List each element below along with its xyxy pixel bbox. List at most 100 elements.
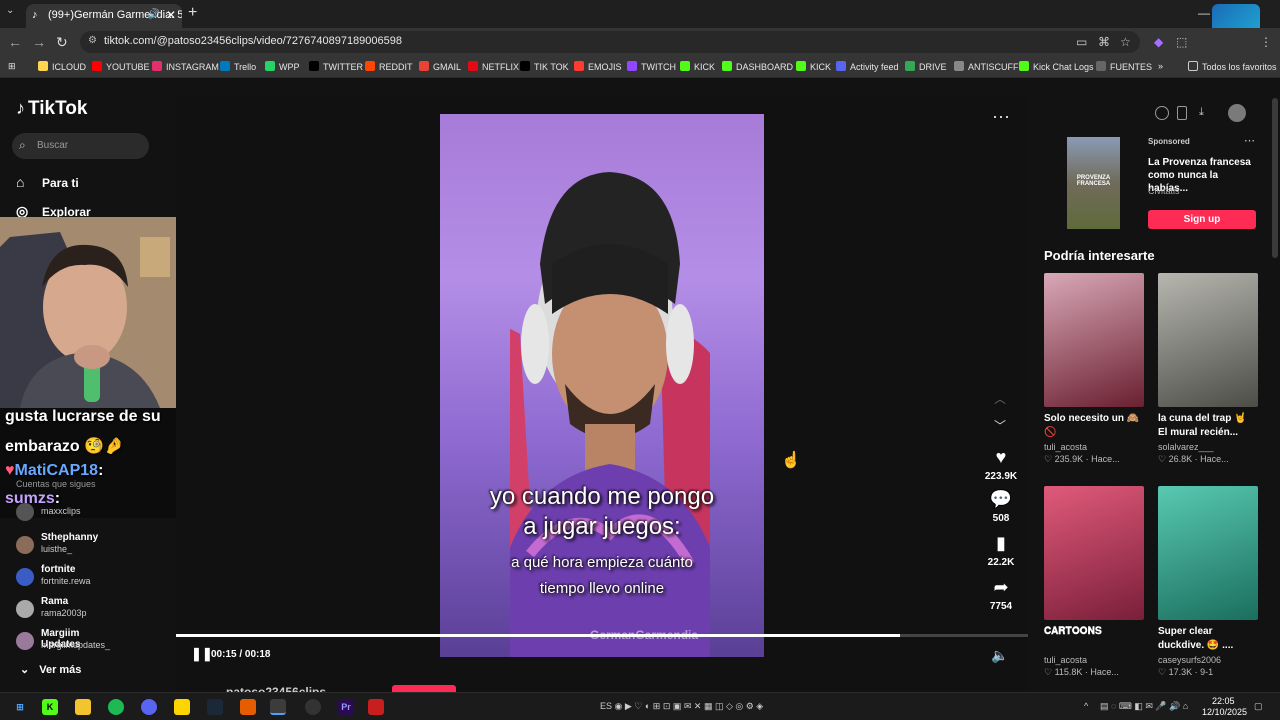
reload-icon[interactable]: ↻	[56, 34, 68, 51]
voicemeeter-icon[interactable]	[368, 699, 384, 715]
apps-grid-icon[interactable]: ⊞	[8, 61, 16, 72]
see-more-button[interactable]: ⌄ Ver más	[20, 663, 81, 676]
share-icon: ➦	[993, 577, 1009, 597]
recommended-video[interactable]: 𝐂𝐀𝐑𝐓𝐎𝐎𝐍𝐒 tuli_acosta ♡ 115.8K · Hace...	[1044, 486, 1144, 678]
bookmark-item[interactable]: WPP	[265, 61, 300, 72]
avatar	[16, 600, 34, 618]
kick-app-icon[interactable]: K	[42, 699, 58, 715]
ad-thumb-text: PROVENZA FRANCESA	[1076, 175, 1111, 187]
new-tab-button[interactable]: +	[188, 4, 197, 22]
bookmark-label: DRIVE	[919, 62, 947, 72]
ad-thumbnail[interactable]: PROVENZA FRANCESA	[1067, 137, 1120, 229]
tray-network-icons[interactable]: ▤ ◌ ⌨ ◧ ✉ 🎤 🔊 ⌂	[1100, 701, 1188, 712]
tiktok-logo[interactable]: ♪ TikTok	[16, 98, 87, 120]
bookmark-item[interactable]: Kick Chat Logs	[1019, 61, 1094, 72]
following-section-title: Cuentas que sigues	[16, 479, 96, 489]
nav-for-you[interactable]: ⌂ Para ti	[16, 174, 79, 190]
bookmark-item[interactable]: TWITTER	[309, 61, 363, 72]
device-icon[interactable]	[1177, 106, 1187, 120]
file-explorer-icon[interactable]	[75, 699, 91, 715]
back-icon[interactable]: ←	[8, 34, 22, 50]
system-tray-icons[interactable]: ES ◉ ▶ ♡ ◐ ⊞ ⊡ ▣ ✉ ✕ ▦ ◫ ◇ ◎ ⚙ ◈	[600, 701, 763, 712]
page-scrollbar[interactable]	[1272, 98, 1278, 258]
bookmark-item[interactable]: ANTISCUFF	[954, 61, 1019, 72]
tray-arrow-icon[interactable]: ^	[1084, 701, 1088, 711]
download-icon[interactable]: ⤓	[1199, 106, 1213, 120]
bookmark-favicon-icon	[905, 61, 915, 71]
previous-video-icon[interactable]: ︿	[994, 390, 1006, 407]
twitch-extension-icon[interactable]: ◆	[1154, 35, 1163, 49]
minimize-icon[interactable]: —	[1198, 6, 1210, 20]
bookmark-item[interactable]: FUENTES	[1096, 61, 1152, 72]
bookmark-item[interactable]: TWITCH	[627, 61, 676, 72]
spotify-icon[interactable]	[108, 699, 124, 715]
browser-tab[interactable]: ♪ (99+)Germán Garmendia: 5 🔊 ✕	[26, 4, 182, 28]
sticky-notes-icon[interactable]	[174, 699, 190, 715]
bookmark-item[interactable]: DASHBOARD	[722, 61, 793, 72]
address-bar[interactable]: ⚙ tiktok.com/@patoso23456clips/video/727…	[80, 31, 1140, 53]
start-icon[interactable]: ⊞	[12, 699, 28, 715]
forward-icon[interactable]: →	[32, 34, 46, 50]
bookmark-star-icon[interactable]: ☆	[1120, 35, 1131, 49]
translate-icon[interactable]: ⌘	[1098, 35, 1110, 49]
recommended-user: solalvarez___	[1158, 442, 1214, 452]
discord-icon[interactable]	[141, 699, 157, 715]
bookmark-item[interactable]: YOUTUBE	[92, 61, 150, 72]
bookmarks-more-button[interactable]: »	[1158, 61, 1163, 71]
share-button[interactable]: ➦ 7754	[976, 577, 1026, 612]
all-bookmarks-folder[interactable]: Todos los favoritos	[1188, 61, 1277, 72]
extensions-icon[interactable]: ⬚	[1176, 35, 1187, 49]
volume-icon[interactable]: 🔈	[991, 647, 1008, 664]
recommended-user: tuli_acosta	[1044, 442, 1088, 452]
video-frame[interactable]: yo cuando me pongo a jugar juegos: a qué…	[440, 114, 764, 657]
recommended-video[interactable]: Super clear duckdive. 🤩 .... caseysurfs2…	[1158, 486, 1258, 678]
bookmark-item[interactable]: Trello	[220, 61, 256, 72]
coin-icon[interactable]	[1155, 106, 1169, 120]
ad-more-icon[interactable]: ⋯	[1244, 134, 1255, 147]
bookmark-item[interactable]: Activity feed	[836, 61, 899, 72]
obs-icon[interactable]	[305, 699, 321, 715]
bookmark-item[interactable]: REDDIT	[365, 61, 413, 72]
ad-signup-button[interactable]: Sign up	[1148, 210, 1256, 229]
pause-icon[interactable]: ❚❚	[191, 646, 213, 662]
like-button[interactable]: ♥ 223.9K	[976, 447, 1026, 482]
tab-close-icon[interactable]: ✕	[166, 4, 176, 26]
recommended-user: caseysurfs2006	[1158, 655, 1222, 665]
bookmark-item[interactable]: KICK	[796, 61, 831, 72]
save-button[interactable]: ▮ 22.2K	[976, 533, 1026, 568]
recommended-video[interactable]: Solo necesito un 🙈🚫 tuli_acosta ♡ 235.9K…	[1044, 273, 1144, 465]
recommended-thumbnail	[1158, 486, 1258, 620]
chat-username: ♥MatiCAP18:	[5, 462, 104, 479]
steam-icon[interactable]	[207, 699, 223, 715]
menu-kebab-icon[interactable]: ⋮	[1260, 35, 1272, 49]
video-progress-bar[interactable]	[176, 634, 1028, 637]
notification-icon[interactable]: ▢	[1254, 701, 1263, 712]
bookmark-item[interactable]: DRIVE	[905, 61, 947, 72]
bookmark-label: DASHBOARD	[736, 62, 794, 72]
clock-date[interactable]: 12/10/2025	[1202, 707, 1247, 717]
site-info-icon[interactable]: ⚙	[88, 35, 97, 46]
premiere-icon[interactable]: Pr	[338, 699, 354, 715]
bookmark-item[interactable]: GMAIL	[419, 61, 461, 72]
bookmark-item[interactable]: TIK TOK	[520, 61, 569, 72]
clock-time[interactable]: 22:05	[1212, 696, 1235, 706]
next-video-icon[interactable]: ﹀	[994, 417, 1006, 434]
cast-icon[interactable]: ▭	[1076, 35, 1087, 49]
app-icon[interactable]	[240, 699, 256, 715]
video-player[interactable]: yo cuando me pongo a jugar juegos: a qué…	[176, 97, 1028, 699]
bookmark-label: TIK TOK	[534, 62, 569, 72]
bookmark-item[interactable]: NETFLIX	[468, 61, 519, 72]
bookmark-favicon-icon	[38, 61, 48, 71]
tab-search-button[interactable]: ⌄	[6, 5, 20, 21]
search-input[interactable]: ⌕ Buscar	[12, 133, 149, 159]
bookmark-item[interactable]: EMOJIS	[574, 61, 622, 72]
tab-audio-icon[interactable]: 🔊	[148, 4, 160, 26]
recommended-video[interactable]: la cuna del trap 🤘 El mural recién... so…	[1158, 273, 1258, 465]
bookmark-item[interactable]: INSTAGRAM	[152, 61, 219, 72]
bookmark-item[interactable]: ICLOUD	[38, 61, 86, 72]
chrome-icon[interactable]	[270, 699, 286, 715]
more-options-icon[interactable]: ⋯	[992, 107, 1010, 128]
bookmark-item[interactable]: KICK	[680, 61, 715, 72]
comment-button[interactable]: 💬 508	[976, 489, 1026, 524]
profile-avatar[interactable]	[1228, 104, 1246, 122]
